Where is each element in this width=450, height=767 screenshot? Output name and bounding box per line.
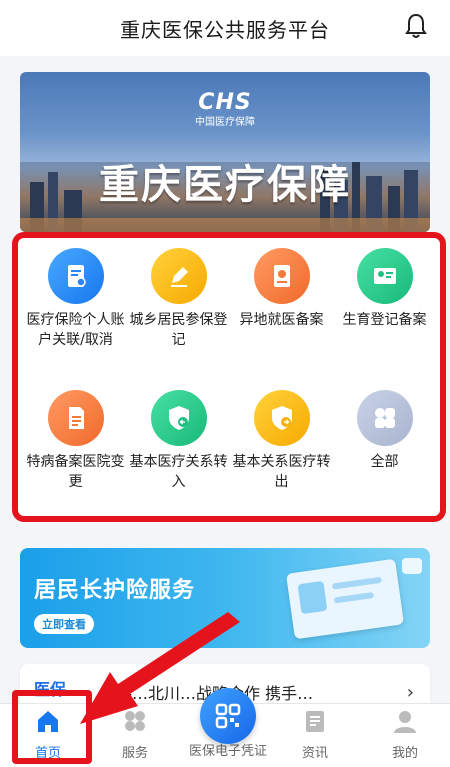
lock-icon bbox=[402, 558, 422, 574]
location-book-icon bbox=[253, 248, 310, 304]
grid-icon bbox=[356, 390, 413, 446]
clover-icon bbox=[125, 711, 145, 731]
bell-icon[interactable] bbox=[404, 12, 428, 40]
service-account-link[interactable]: 医疗保险个人账户关联/取消 bbox=[24, 248, 127, 380]
tab-news[interactable]: 资讯 bbox=[275, 708, 355, 761]
service-birth-register[interactable]: 生育登记备案 bbox=[333, 248, 436, 380]
services-grid: 医疗保险个人账户关联/取消 城乡居民参保登记 异地就医备案 生育登记备案 特病备… bbox=[24, 248, 436, 522]
tab-mine[interactable]: 我的 bbox=[365, 708, 445, 761]
long-term-care-banner[interactable]: 居民长护险服务 立即查看 bbox=[20, 548, 430, 648]
hero-banner[interactable]: CHS 中国医疗保障 重庆医疗保障 bbox=[20, 72, 430, 232]
page: 重庆医保公共服务平台 CHS 中国医疗保障 重庆医疗保障 医疗保险个人账户关联/… bbox=[0, 0, 450, 767]
document-icon bbox=[47, 390, 104, 446]
user-icon bbox=[394, 711, 416, 733]
services-panel: 医疗保险个人账户关联/取消 城乡居民参保登记 异地就医备案 生育登记备案 特病备… bbox=[12, 232, 446, 522]
service-all[interactable]: 全部 bbox=[333, 390, 436, 522]
chs-logo: CHS 中国医疗保障 bbox=[195, 90, 255, 128]
service-transfer-out[interactable]: 基本关系医疗转出 bbox=[230, 390, 333, 522]
service-remote-medical[interactable]: 异地就医备案 bbox=[230, 248, 333, 380]
e-voucher-button[interactable] bbox=[200, 688, 256, 744]
care-view-button[interactable]: 立即查看 bbox=[34, 614, 94, 634]
tab-service[interactable]: 服务 bbox=[95, 708, 175, 761]
home-tab-highlight bbox=[12, 690, 92, 764]
banner-title: 重庆医疗保障 bbox=[99, 162, 351, 208]
service-resident-enroll[interactable]: 城乡居民参保登记 bbox=[127, 248, 230, 380]
care-title: 居民长护险服务 bbox=[34, 578, 196, 603]
insurance-card-illustration bbox=[285, 558, 405, 640]
shield-out-icon bbox=[253, 390, 310, 446]
news-icon bbox=[306, 711, 324, 732]
qr-code-icon bbox=[215, 703, 241, 729]
document-link-icon bbox=[47, 248, 104, 304]
service-special-disease[interactable]: 特病备案医院变更 bbox=[24, 390, 127, 522]
shield-in-icon bbox=[150, 390, 207, 446]
chevron-right-icon: › bbox=[406, 682, 414, 703]
pencil-icon bbox=[150, 248, 207, 304]
page-title: 重庆医保公共服务平台 bbox=[120, 17, 330, 42]
top-header: 重庆医保公共服务平台 bbox=[0, 0, 450, 56]
service-transfer-in[interactable]: 基本医疗关系转入 bbox=[127, 390, 230, 522]
id-card-icon bbox=[356, 248, 413, 304]
